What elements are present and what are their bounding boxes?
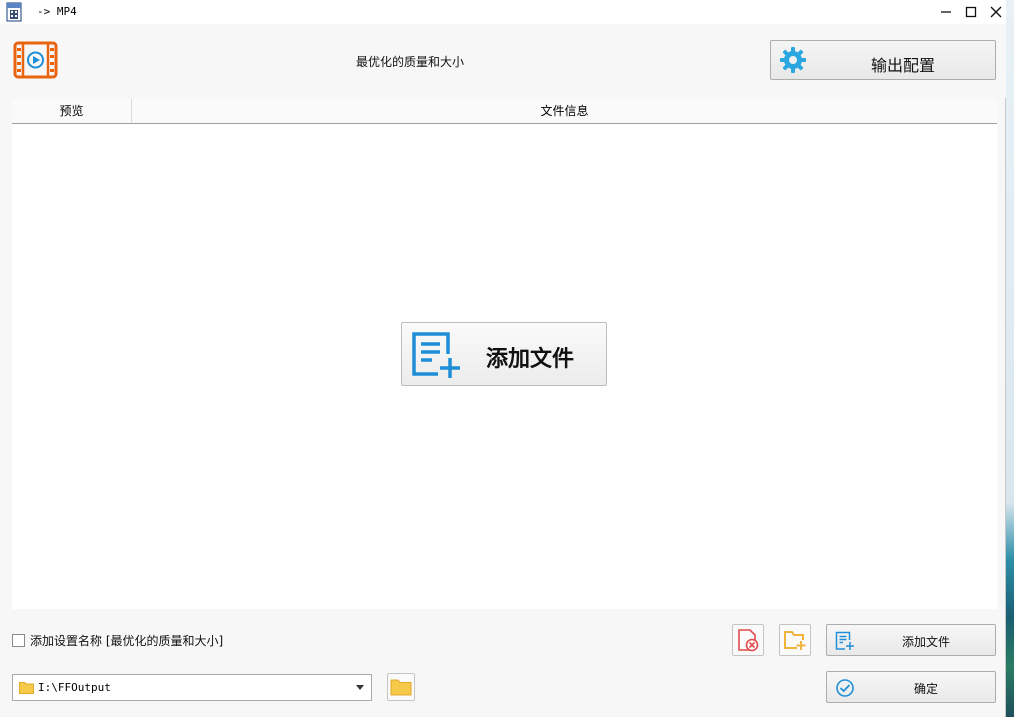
add-file-center-label: 添加文件: [486, 346, 575, 372]
add-file-center-button[interactable]: 添加文件: [401, 322, 607, 386]
output-path-value: I:\FFOutput: [38, 681, 111, 694]
output-config-button[interactable]: 输出配置: [770, 40, 996, 80]
minimize-button[interactable]: [934, 0, 958, 24]
app-window: -> MP4 最优化的质量和大小 输出配置 预览 文件信息 添加文件 添加设置名…: [0, 0, 1006, 717]
ok-button[interactable]: 确定: [826, 671, 996, 703]
maximize-button[interactable]: [959, 0, 983, 24]
clear-list-icon: [738, 629, 759, 652]
file-list-header: 预览 文件信息: [12, 99, 997, 124]
desktop-wallpaper: [1006, 0, 1014, 717]
column-header-file-info[interactable]: 文件信息: [132, 99, 997, 123]
add-setting-name-option[interactable]: 添加设置名称 [最优化的质量和大小]: [12, 632, 223, 648]
video-file-icon: [6, 2, 22, 22]
add-folder-icon: [784, 631, 806, 650]
maximize-icon: [965, 6, 977, 18]
add-file-button-label: 添加文件: [901, 635, 950, 649]
folder-icon: [390, 679, 412, 696]
preset-title: 最优化的质量和大小: [356, 55, 465, 69]
add-folder-button[interactable]: [779, 624, 811, 656]
video-play-icon: [13, 41, 58, 79]
output-path-dropdown[interactable]: I:\FFOutput: [12, 674, 372, 701]
output-config-label: 输出配置: [870, 56, 935, 75]
folder-icon: [19, 682, 34, 694]
minimize-icon: [941, 11, 951, 13]
column-header-preview[interactable]: 预览: [12, 99, 132, 123]
add-file-button[interactable]: 添加文件: [826, 624, 996, 656]
file-list[interactable]: 预览 文件信息 添加文件: [12, 99, 997, 609]
chevron-down-icon: [356, 685, 364, 690]
add-setting-name-checkbox[interactable]: [12, 633, 25, 647]
header: 最优化的质量和大小 输出配置: [0, 24, 1006, 98]
add-file-icon: [412, 332, 460, 378]
ok-button-label: 确定: [913, 682, 938, 696]
title-bar: -> MP4: [0, 0, 1006, 24]
browse-folder-button[interactable]: [387, 673, 415, 701]
clear-list-button[interactable]: [732, 624, 764, 656]
close-button[interactable]: [984, 0, 1008, 24]
add-setting-name-label: 添加设置名称 [最优化的质量和大小]: [30, 633, 224, 648]
window-title: -> MP4: [37, 5, 77, 18]
close-icon: [990, 6, 1002, 18]
